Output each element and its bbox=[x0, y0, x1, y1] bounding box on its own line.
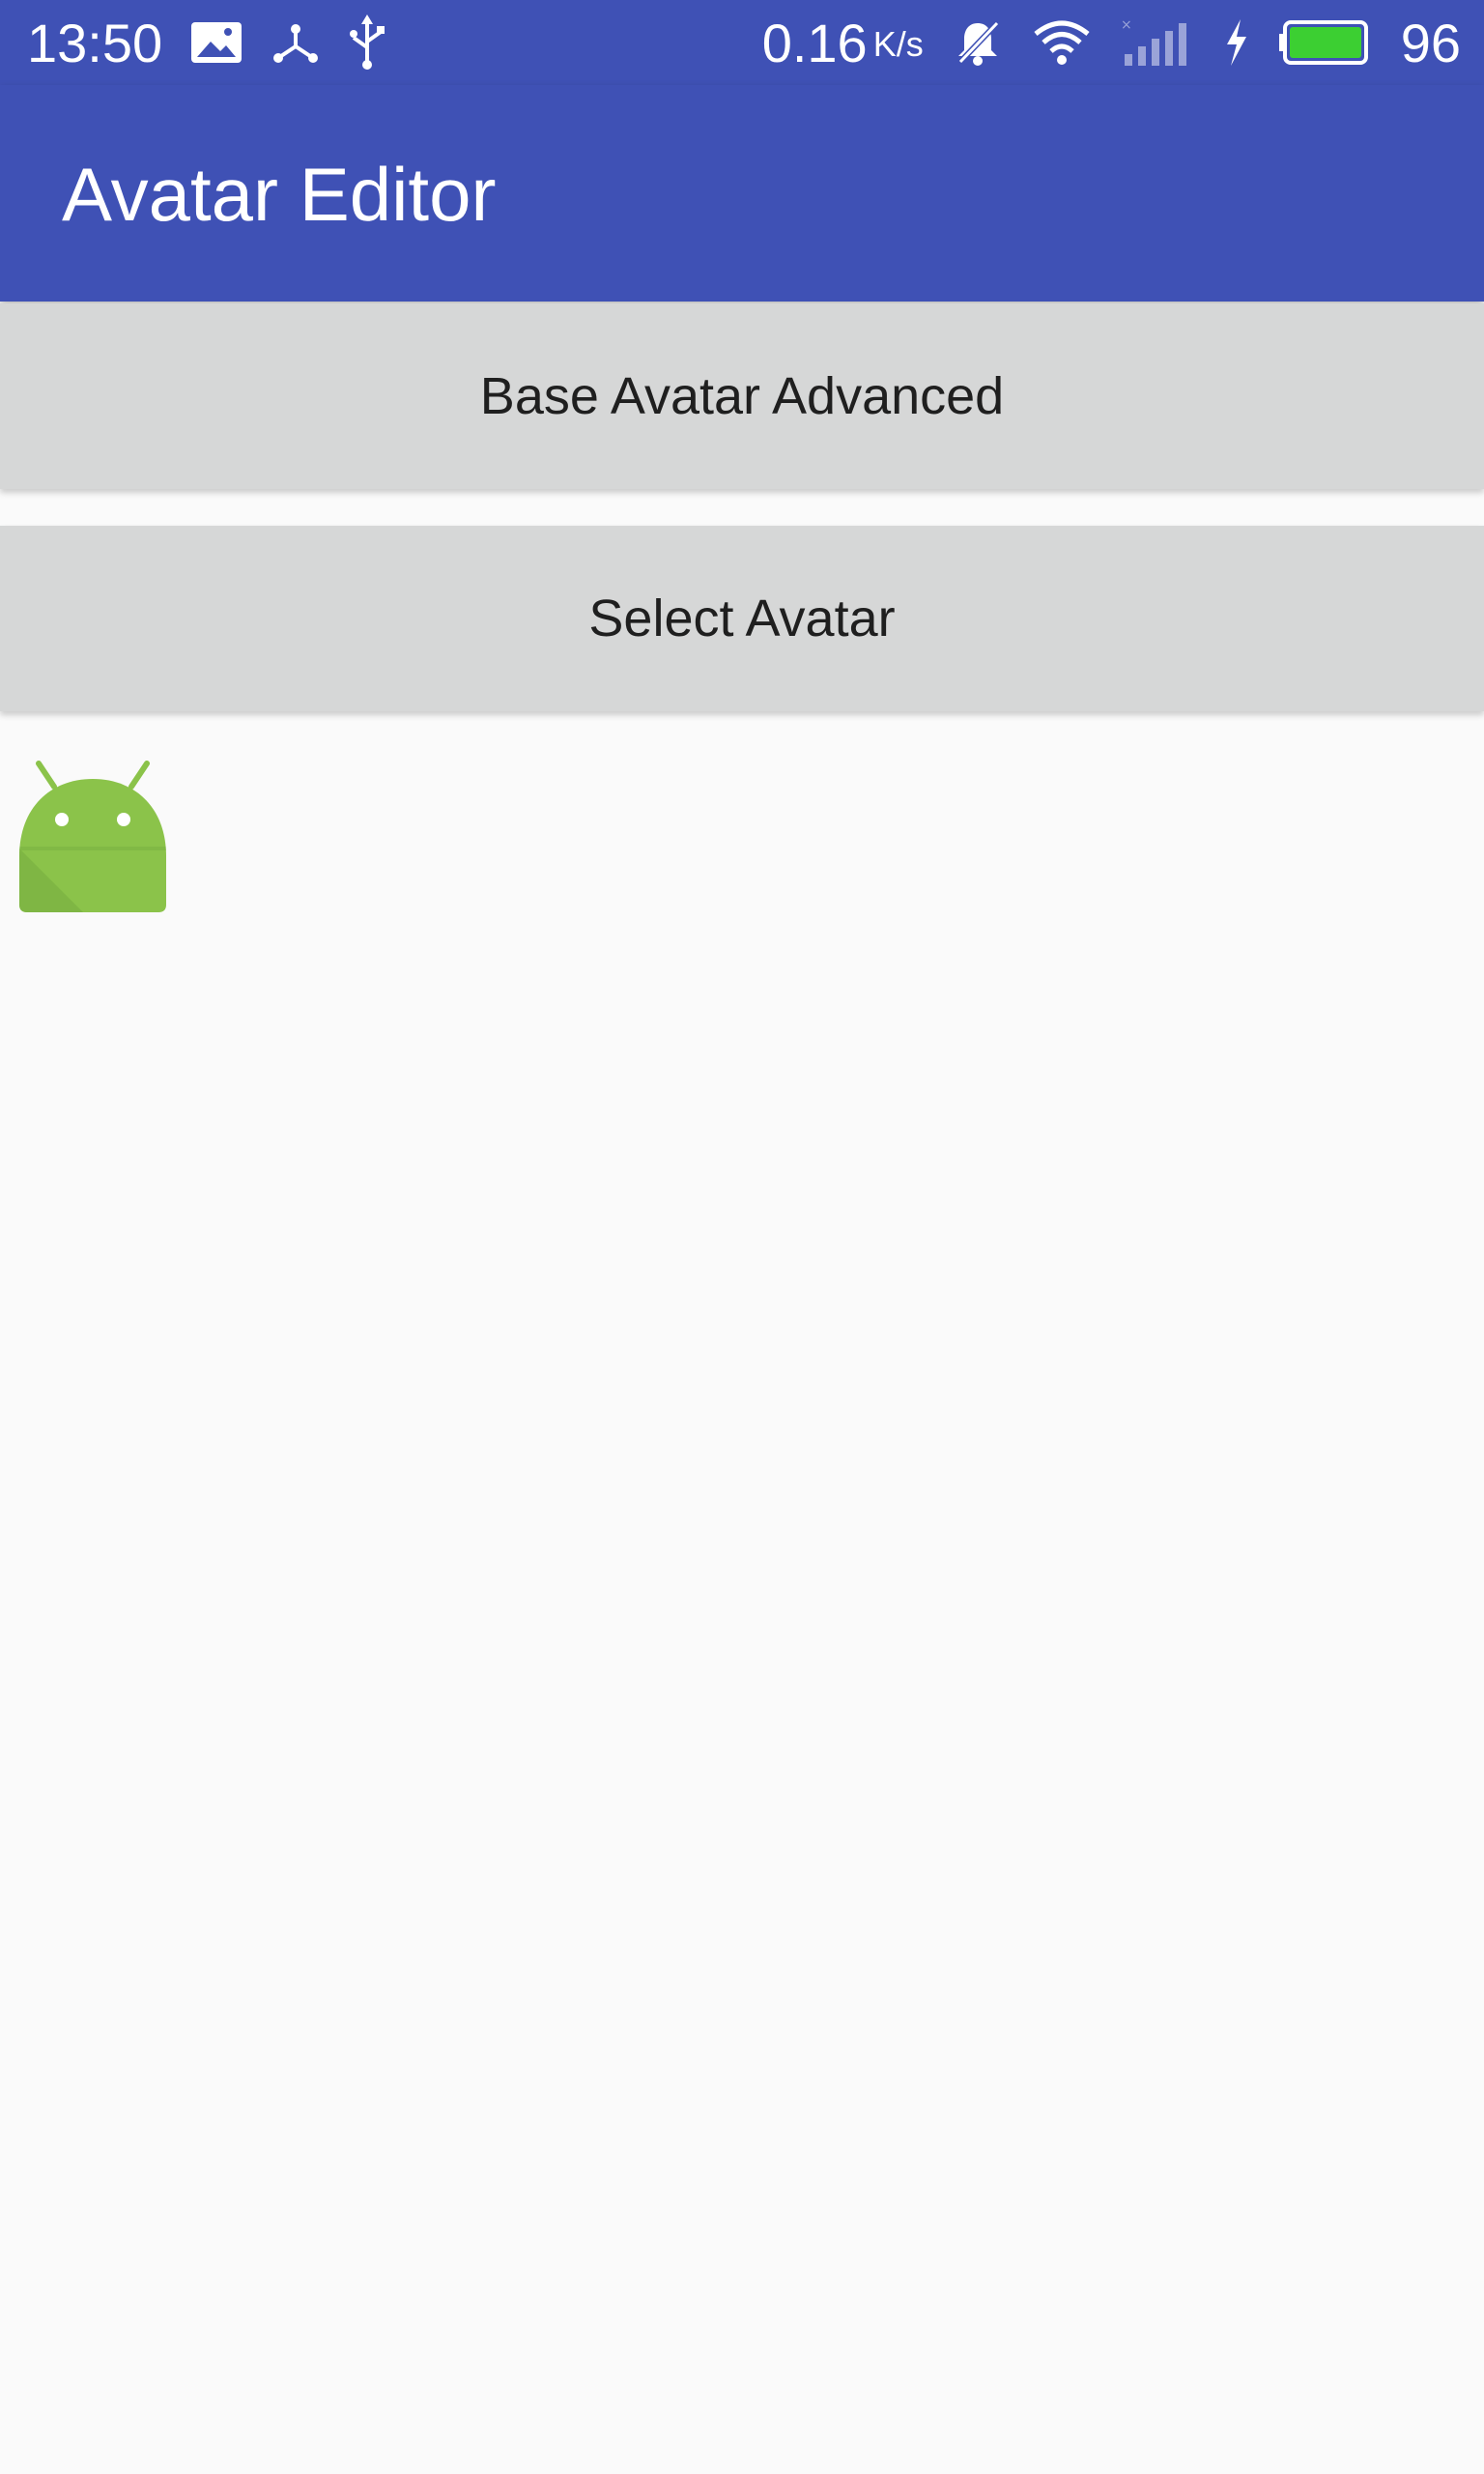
wifi-icon bbox=[1032, 18, 1092, 67]
select-avatar-label: Select Avatar bbox=[588, 590, 896, 647]
page-title: Avatar Editor bbox=[62, 152, 497, 237]
network-speed-value: 0.16 bbox=[761, 12, 868, 73]
status-left-group: 13:50 bbox=[27, 0, 386, 85]
signal-icon: × bbox=[1121, 17, 1194, 68]
android-icon bbox=[15, 760, 170, 918]
charging-icon bbox=[1223, 19, 1250, 66]
image-icon bbox=[189, 20, 243, 65]
status-time: 13:50 bbox=[27, 12, 163, 73]
mute-bell-icon bbox=[953, 17, 1003, 68]
network-speed: 0.16 K/s bbox=[762, 12, 924, 74]
select-avatar-button[interactable]: Select Avatar bbox=[0, 526, 1484, 711]
battery-icon bbox=[1278, 18, 1372, 67]
battery-percent: 96 bbox=[1400, 12, 1461, 73]
usb-icon bbox=[348, 14, 386, 71]
share-hub-icon bbox=[271, 17, 321, 68]
avatar-image[interactable] bbox=[15, 760, 170, 918]
network-speed-unit: K/s bbox=[872, 23, 924, 64]
svg-text:×: × bbox=[1121, 17, 1132, 33]
base-avatar-advanced-button[interactable]: Base Avatar Advanced bbox=[0, 303, 1484, 489]
base-avatar-advanced-label: Base Avatar Advanced bbox=[479, 367, 1005, 425]
status-bar: 13:50 0.16 K/s × 96 bbox=[0, 0, 1484, 85]
status-right-group: 0.16 K/s × 96 bbox=[762, 0, 1461, 85]
app-bar: Avatar Editor bbox=[0, 85, 1484, 302]
